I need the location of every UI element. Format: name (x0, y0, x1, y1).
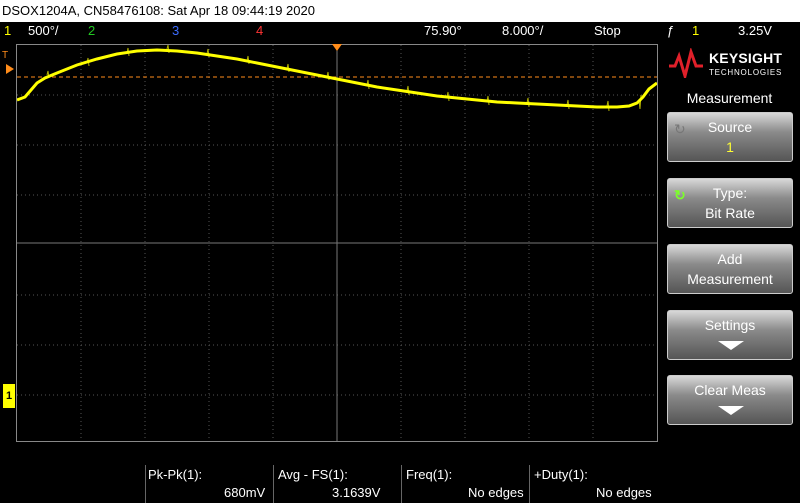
type-value: Bit Rate (705, 205, 755, 221)
timebase-scale[interactable]: 8.000°/ (502, 22, 543, 40)
freq-value: No edges (468, 485, 524, 500)
clear-meas-softkey[interactable]: Clear Meas (667, 375, 793, 425)
trigger-edge-icon: ƒ (667, 23, 675, 38)
channel-1-scale[interactable]: 500°/ (28, 22, 59, 40)
measurement-spacer (0, 465, 146, 503)
keysight-wave-icon (669, 48, 703, 78)
trigger-level[interactable]: 3.25V (738, 22, 772, 40)
trigger-position-marker[interactable]: T (2, 50, 8, 61)
add-measurement-softkey[interactable]: Add Measurement (667, 244, 793, 294)
run-state[interactable]: Stop (594, 22, 621, 40)
arrow-down-icon (718, 341, 744, 350)
softkey-panel: KEYSIGHT TECHNOLOGIES Measurement ↻ Sour… (659, 40, 800, 503)
pkpk-label: Pk-Pk(1): (148, 467, 203, 482)
settings-label: Settings (704, 317, 756, 333)
avg-label: Avg - FS(1): (278, 467, 348, 482)
add-label-line2: Measurement (687, 271, 773, 287)
channel-4-number[interactable]: 4 (256, 22, 263, 40)
waveform-display[interactable] (16, 44, 658, 442)
trigger-source: 1 (692, 23, 700, 38)
pkpk-value: 680mV (224, 485, 266, 500)
status-bar: 1 500°/ 2 3 4 75.90° 8.000°/ Stop ƒ 1 3.… (0, 22, 800, 40)
source-label: Source (707, 119, 753, 135)
add-label-line1: Add (717, 251, 743, 267)
clear-meas-label: Clear Meas (694, 382, 766, 398)
duty-value: No edges (596, 485, 652, 500)
freq-label: Freq(1): (406, 467, 453, 482)
channel-2-number[interactable]: 2 (88, 22, 95, 40)
channel-1-ground-marker[interactable]: 1 (3, 384, 15, 408)
measurement-divider (401, 465, 402, 503)
avg-value: 3.1639V (332, 485, 381, 500)
channel-1-noise (46, 45, 642, 112)
channel-3-number[interactable]: 3 (172, 22, 179, 40)
source-softkey[interactable]: ↻ Source 1 (667, 112, 793, 162)
type-label: Type: (712, 185, 748, 201)
measurement-divider (529, 465, 530, 503)
graticule (17, 45, 657, 441)
measurement-divider (273, 465, 274, 503)
channel-1-number[interactable]: 1 (4, 22, 11, 40)
type-softkey[interactable]: ↻ Type: Bit Rate (667, 178, 793, 228)
horizontal-delay[interactable]: 75.90° (424, 22, 462, 40)
settings-softkey[interactable]: Settings (667, 310, 793, 360)
trigger-time-marker[interactable] (332, 44, 342, 51)
measurement-bar: Pk-Pk(1): 680mV Avg - FS(1): 3.1639V Fre… (0, 465, 658, 503)
menu-title: Measurement (686, 90, 773, 106)
logo-brand: KEYSIGHT (709, 50, 783, 66)
trigger-level-marker[interactable] (6, 64, 14, 74)
logo-sub: TECHNOLOGIES (709, 68, 783, 77)
window-title: DSOX1204A, CN58476108: Sat Apr 18 09:44:… (0, 0, 800, 22)
keysight-logo: KEYSIGHT TECHNOLOGIES (669, 48, 794, 82)
arrow-down-icon (718, 406, 744, 415)
duty-label: +Duty(1): (534, 467, 588, 482)
source-value: 1 (726, 139, 734, 155)
